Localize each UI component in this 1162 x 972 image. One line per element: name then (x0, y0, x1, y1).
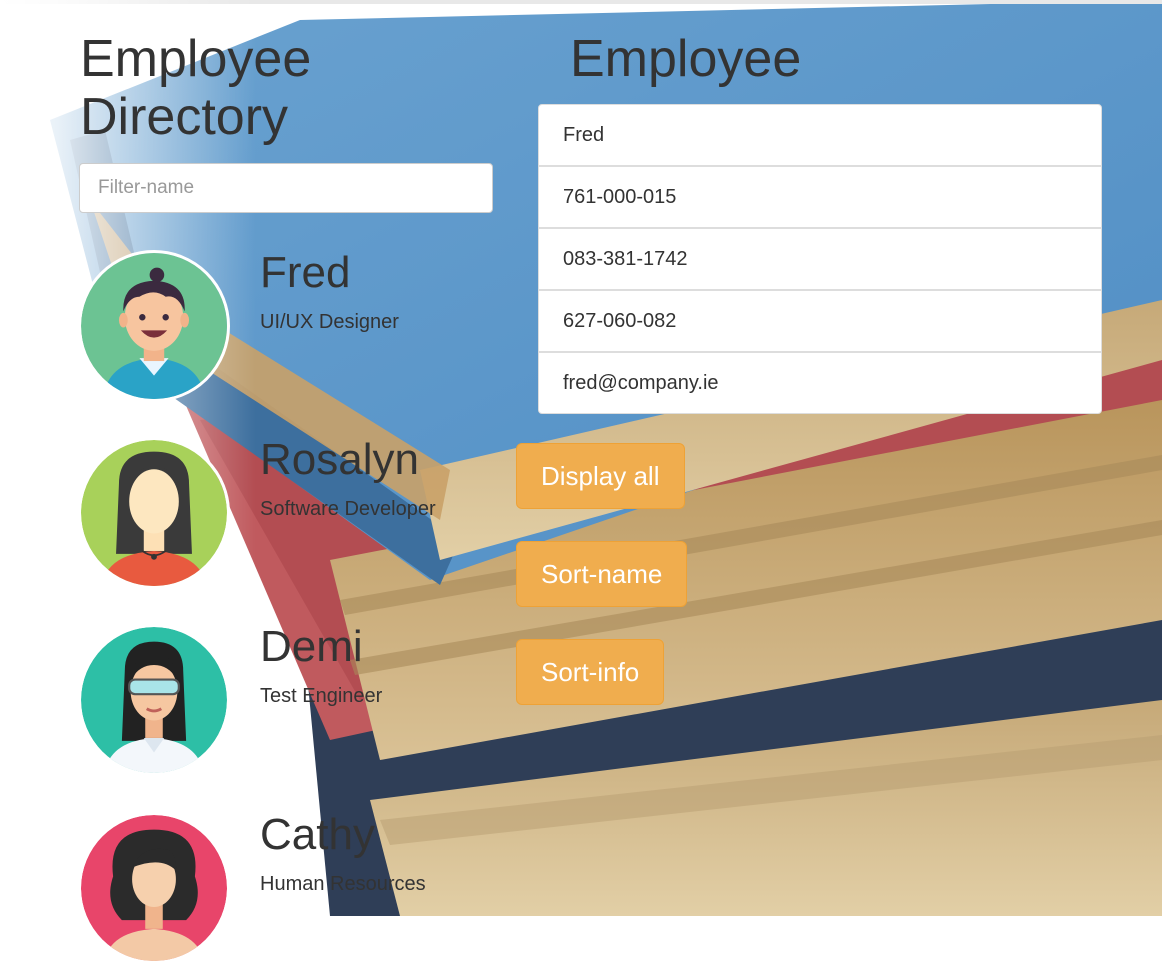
employee-card-rosalyn[interactable]: Rosalyn Software Developer (78, 435, 498, 597)
employee-name: Rosalyn (260, 435, 419, 484)
avatar (78, 624, 230, 776)
employee-name: Demi (260, 622, 363, 671)
employee-card-demi[interactable]: Demi Test Engineer (78, 622, 498, 784)
employee-name: Fred (260, 248, 351, 297)
employee-details-list: Fred 761-000-015 083-381-1742 627-060-08… (538, 104, 1102, 414)
detail-phone-1: 761-000-015 (539, 167, 1101, 229)
display-all-button[interactable]: Display all (516, 443, 685, 509)
female-avatar-icon (81, 440, 227, 586)
male-avatar-icon (81, 253, 227, 399)
avatar (78, 812, 230, 964)
employee-name: Cathy (260, 810, 375, 859)
detail-phone-2: 083-381-1742 (539, 229, 1101, 291)
female-engineer-avatar-icon (81, 627, 227, 773)
details-title: Employee (570, 30, 802, 88)
detail-name: Fred (539, 105, 1101, 167)
avatar (78, 250, 230, 402)
sort-name-button[interactable]: Sort-name (516, 541, 688, 607)
employee-role: Software Developer (260, 498, 436, 520)
employee-card-cathy[interactable]: Cathy Human Resources (78, 810, 498, 972)
avatar (78, 437, 230, 589)
female-hr-avatar-icon (81, 815, 227, 961)
detail-phone-3: 627-060-082 (539, 291, 1101, 353)
detail-email: fred@company.ie (563, 372, 719, 394)
employee-role: Test Engineer (260, 685, 383, 707)
filter-name-input[interactable] (79, 163, 493, 213)
sort-info-button[interactable]: Sort-info (516, 639, 665, 705)
employee-role: Human Resources (260, 873, 426, 895)
directory-title: Employee Directory (80, 30, 312, 146)
employee-card-fred[interactable]: Fred UI/UX Designer (78, 248, 498, 410)
employee-role: UI/UX Designer (260, 311, 399, 333)
